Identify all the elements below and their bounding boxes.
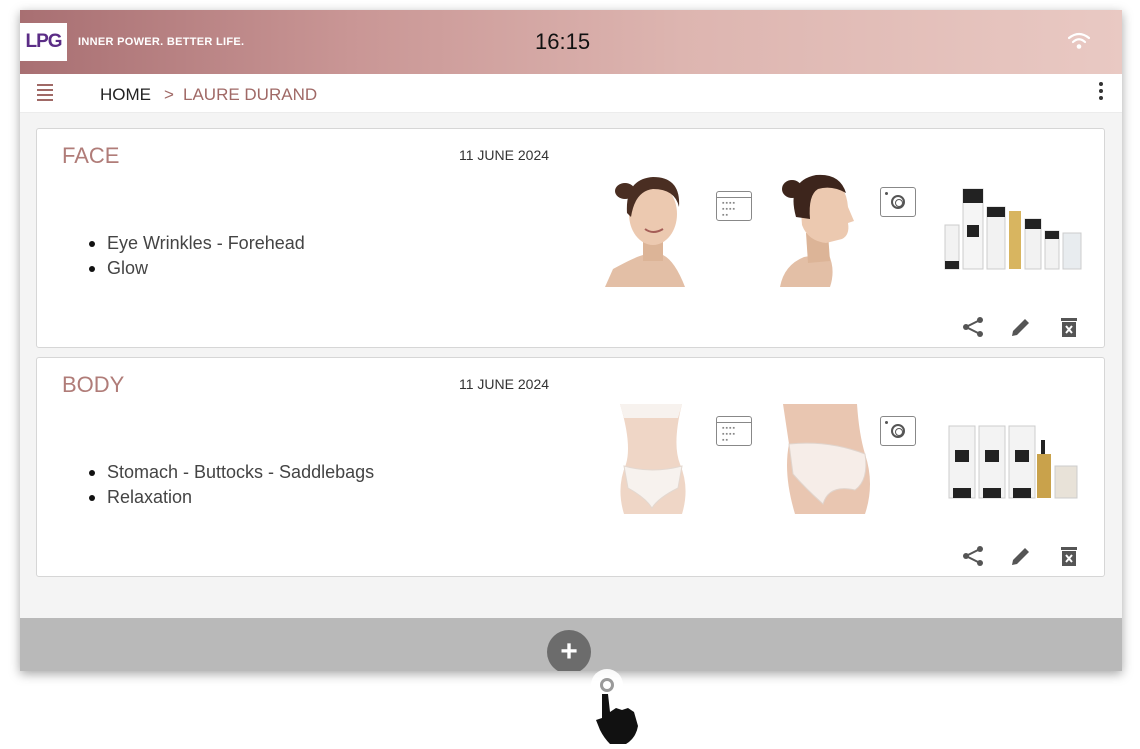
face-products-image[interactable]	[941, 185, 1091, 277]
treatment-card-face[interactable]: FACE 11 JUNE 2024 Eye Wrinkles - Forehea…	[36, 128, 1105, 348]
breadcrumb-bar: HOME > LAURE DURAND	[20, 74, 1122, 113]
bottom-bar: +	[20, 618, 1122, 671]
more-vert-icon[interactable]	[1098, 82, 1104, 103]
card-date: 11 JUNE 2024	[459, 147, 550, 163]
edit-icon[interactable]	[1008, 314, 1034, 340]
camera-icon[interactable]	[880, 187, 916, 217]
wifi-icon	[1067, 32, 1091, 55]
breadcrumb-separator: >	[164, 85, 174, 104]
list-item: Eye Wrinkles - Forehead	[89, 231, 305, 256]
status-clock: 16:15	[535, 29, 591, 54]
body-front-photo[interactable]	[612, 404, 698, 514]
face-front-photo[interactable]	[605, 169, 699, 287]
edit-icon[interactable]	[1008, 543, 1034, 569]
share-icon[interactable]	[960, 314, 986, 340]
camera-icon[interactable]	[880, 416, 916, 446]
card-actions	[960, 314, 1082, 340]
body-back-photo[interactable]	[779, 404, 875, 514]
zone-list: Stomach - Buttocks - Saddlebags Relaxati…	[89, 460, 374, 510]
hand-pointer-cursor-icon	[572, 668, 652, 749]
add-button[interactable]: +	[547, 630, 591, 671]
top-bar: LPG INNER POWER. BETTER LIFE. 16:15	[20, 10, 1122, 74]
calendar-icon[interactable]: ▪▪▪▪ ▪▪▪▪ ▪▪	[716, 416, 752, 446]
body-products-image[interactable]	[941, 418, 1091, 506]
list-item: Glow	[89, 256, 305, 281]
menu-icon[interactable]	[37, 84, 53, 104]
face-profile-photo[interactable]	[770, 169, 870, 287]
card-date: 11 JUNE 2024	[459, 376, 550, 392]
list-item: Stomach - Buttocks - Saddlebags	[89, 460, 374, 485]
card-title: FACE	[62, 143, 120, 168]
delete-icon[interactable]	[1056, 314, 1082, 340]
add-icon: +	[560, 635, 578, 668]
breadcrumb-current: LAURE DURAND	[183, 85, 318, 104]
list-item: Relaxation	[89, 485, 374, 510]
calendar-icon[interactable]: ▪▪▪▪ ▪▪▪▪ ▪▪	[716, 191, 752, 221]
breadcrumb-home[interactable]: HOME	[100, 85, 151, 105]
brand-tagline: INNER POWER. BETTER LIFE.	[78, 36, 245, 48]
zone-list: Eye Wrinkles - Forehead Glow	[89, 231, 305, 281]
delete-icon[interactable]	[1056, 543, 1082, 569]
share-icon[interactable]	[960, 543, 986, 569]
card-title: BODY	[62, 372, 125, 397]
card-actions	[960, 543, 1082, 569]
lpg-logo: LPG	[20, 23, 67, 61]
treatment-card-body[interactable]: BODY 11 JUNE 2024 Stomach - Buttocks - S…	[36, 357, 1105, 577]
tablet-screen: LPG INNER POWER. BETTER LIFE. 16:15 HOME…	[20, 10, 1122, 671]
